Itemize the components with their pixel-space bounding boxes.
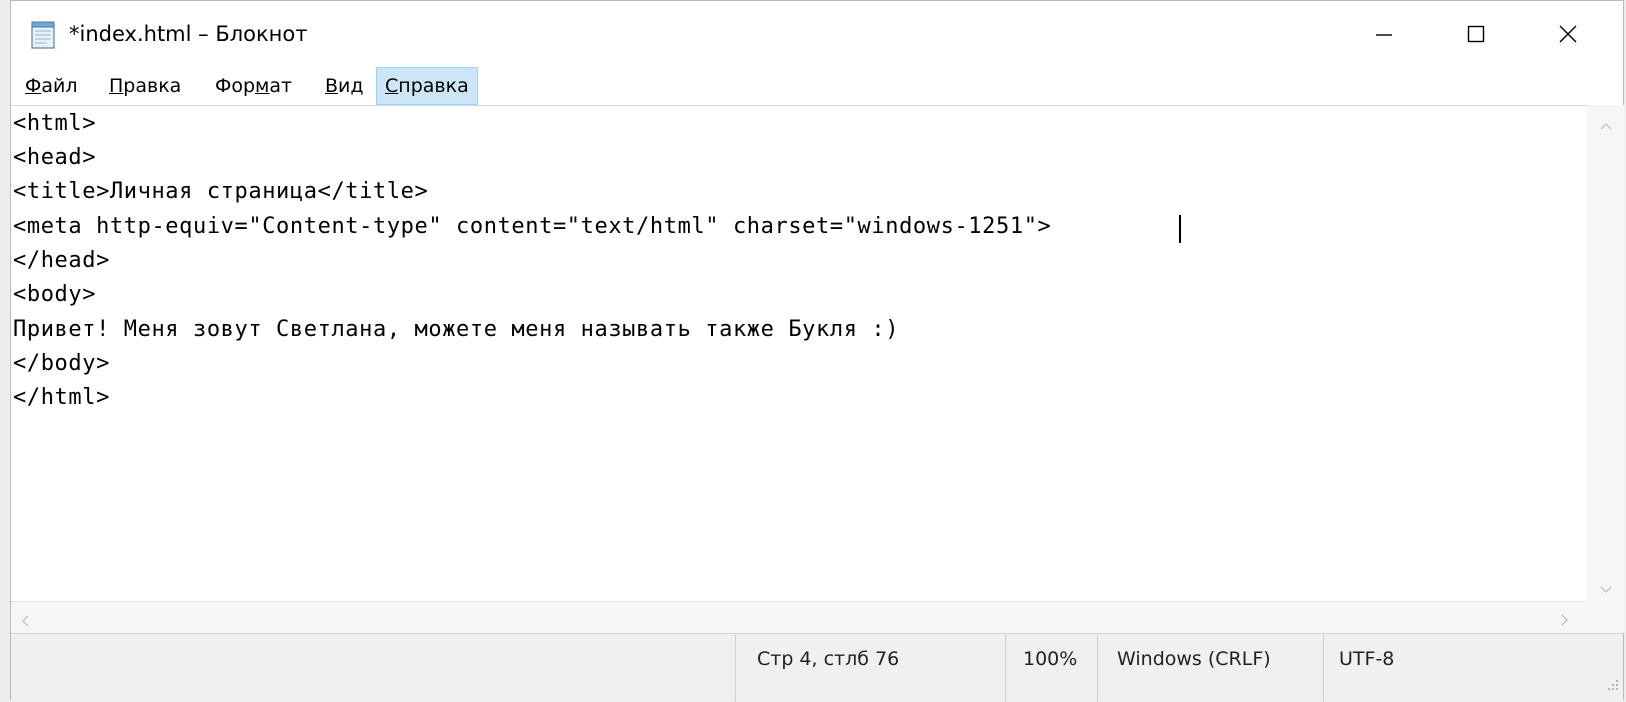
title-bar[interactable]: *index.html – Блокнот (11, 1, 1623, 67)
minimize-icon (1374, 24, 1394, 44)
menu-edit-mnemonic: П (109, 75, 124, 97)
editor-line: <html> (13, 111, 97, 136)
menu-help-rest: правка (398, 75, 469, 97)
editor-line: </head> (13, 248, 110, 273)
horizontal-scrollbar[interactable] (11, 601, 1587, 633)
chevron-right-icon[interactable] (1561, 611, 1569, 630)
editor-line: <title>Личная страница</title> (13, 179, 429, 204)
menu-format-prefix: Фор (215, 75, 256, 97)
chevron-down-icon[interactable] (1600, 579, 1612, 598)
scroll-corner (1561, 601, 1625, 633)
menu-file-rest: айл (41, 75, 78, 97)
maximize-icon (1466, 24, 1486, 44)
text-editor[interactable]: <html> <head> <title>Личная страница</ti… (11, 105, 1587, 633)
status-separator (1097, 634, 1098, 702)
status-separator (735, 634, 736, 702)
menu-help[interactable]: Справка (376, 67, 478, 105)
status-zoom: 100% (1023, 648, 1078, 670)
resize-grip-icon[interactable] (1605, 676, 1619, 695)
editor-line: </html> (13, 385, 110, 410)
menu-format-rest: ат (269, 75, 293, 97)
menu-bar: Файл Правка Формат Вид Справка (11, 67, 1623, 105)
editor-line: <head> (13, 145, 97, 170)
menu-edit-rest: равка (123, 75, 182, 97)
close-icon (1558, 24, 1578, 44)
maximize-button[interactable] (1430, 1, 1522, 67)
text-caret (1179, 215, 1181, 243)
editor-line: <body> (13, 282, 97, 307)
menu-file[interactable]: Файл (17, 67, 86, 105)
menu-view-rest: ид (338, 75, 364, 97)
window-title: *index.html – Блокнот (69, 22, 308, 46)
status-encoding: UTF-8 (1339, 648, 1395, 670)
minimize-button[interactable] (1338, 1, 1430, 67)
status-separator (1323, 634, 1324, 702)
menu-format[interactable]: Формат (207, 67, 300, 105)
status-bar: Стр 4, стлб 76 100% Windows (CRLF) UTF-8 (11, 633, 1623, 702)
menu-help-mnemonic: С (385, 75, 399, 97)
chevron-up-icon[interactable] (1600, 115, 1612, 134)
menu-edit[interactable]: Правка (101, 67, 189, 105)
menu-file-mnemonic: Ф (25, 75, 42, 97)
menu-format-mnemonic: м (255, 75, 270, 97)
notepad-window: *index.html – Блокнот Файл Правка Формат… (10, 0, 1625, 702)
notepad-icon (31, 21, 57, 49)
status-separator (1005, 634, 1006, 702)
chevron-left-icon[interactable] (21, 612, 29, 631)
vertical-scrollbar[interactable] (1587, 105, 1625, 601)
editor-line: </body> (13, 351, 110, 376)
editor-line: Привет! Меня зовут Светлана, можете меня… (13, 317, 900, 342)
menu-view-mnemonic: В (325, 75, 339, 97)
editor-line: <meta http-equiv="Content-type" content=… (13, 214, 1052, 239)
close-button[interactable] (1522, 1, 1614, 67)
menu-view[interactable]: Вид (317, 67, 372, 105)
status-line-ending: Windows (CRLF) (1117, 648, 1271, 670)
status-cursor-position: Стр 4, стлб 76 (757, 648, 900, 670)
